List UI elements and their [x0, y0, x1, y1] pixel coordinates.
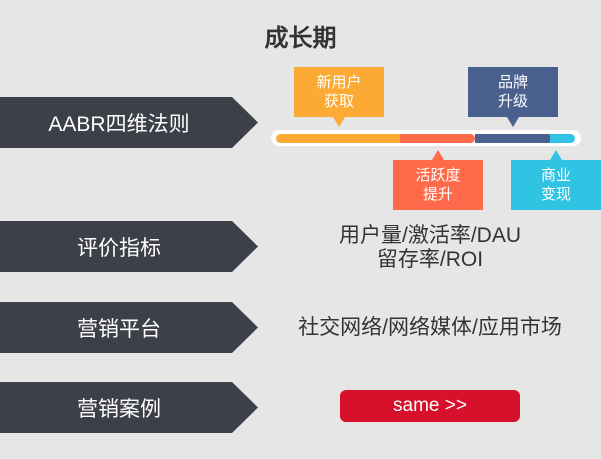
segment-monetization	[550, 134, 575, 143]
metrics-line: 用户量/激活率/DAU	[338, 224, 521, 247]
segment-activation	[400, 134, 475, 143]
stage-tag-brand: 品牌 升级	[468, 67, 558, 127]
metrics-line: 留存率/ROI	[376, 248, 484, 271]
stage-text: 新用户	[316, 74, 362, 91]
stage-tag-activation: 活跃度 提升	[393, 150, 483, 210]
platform-value: 社交网络/网络媒体/应用市场	[298, 316, 562, 339]
row-label-case: 营销案例	[0, 382, 258, 433]
row-label-aabr: AABR四维法则	[0, 97, 258, 148]
stage-tag-monetization: 商业 变现	[511, 150, 601, 210]
metrics-value: 用户量/激活率/DAU 留存率/ROI	[300, 224, 560, 272]
stage-text: 提升	[422, 186, 453, 203]
stage-text: 商业	[540, 167, 571, 184]
segment-brand	[475, 134, 553, 143]
stage-tag-acquisition: 新用户 获取	[294, 67, 384, 127]
stage-progress-bar	[271, 130, 581, 146]
stage-text: 活跃度	[415, 167, 461, 184]
stage-text: 获取	[323, 93, 354, 110]
row-label-metrics: 评价指标	[0, 221, 258, 272]
segment-acquisition	[276, 134, 406, 143]
page-title: 成长期	[264, 25, 337, 52]
stage-text: 品牌	[497, 74, 528, 91]
stage-text: 变现	[540, 186, 571, 203]
row-label-platform: 营销平台	[0, 302, 258, 353]
stage-text: 升级	[497, 93, 528, 110]
case-same-button[interactable]: same >>	[340, 390, 520, 422]
